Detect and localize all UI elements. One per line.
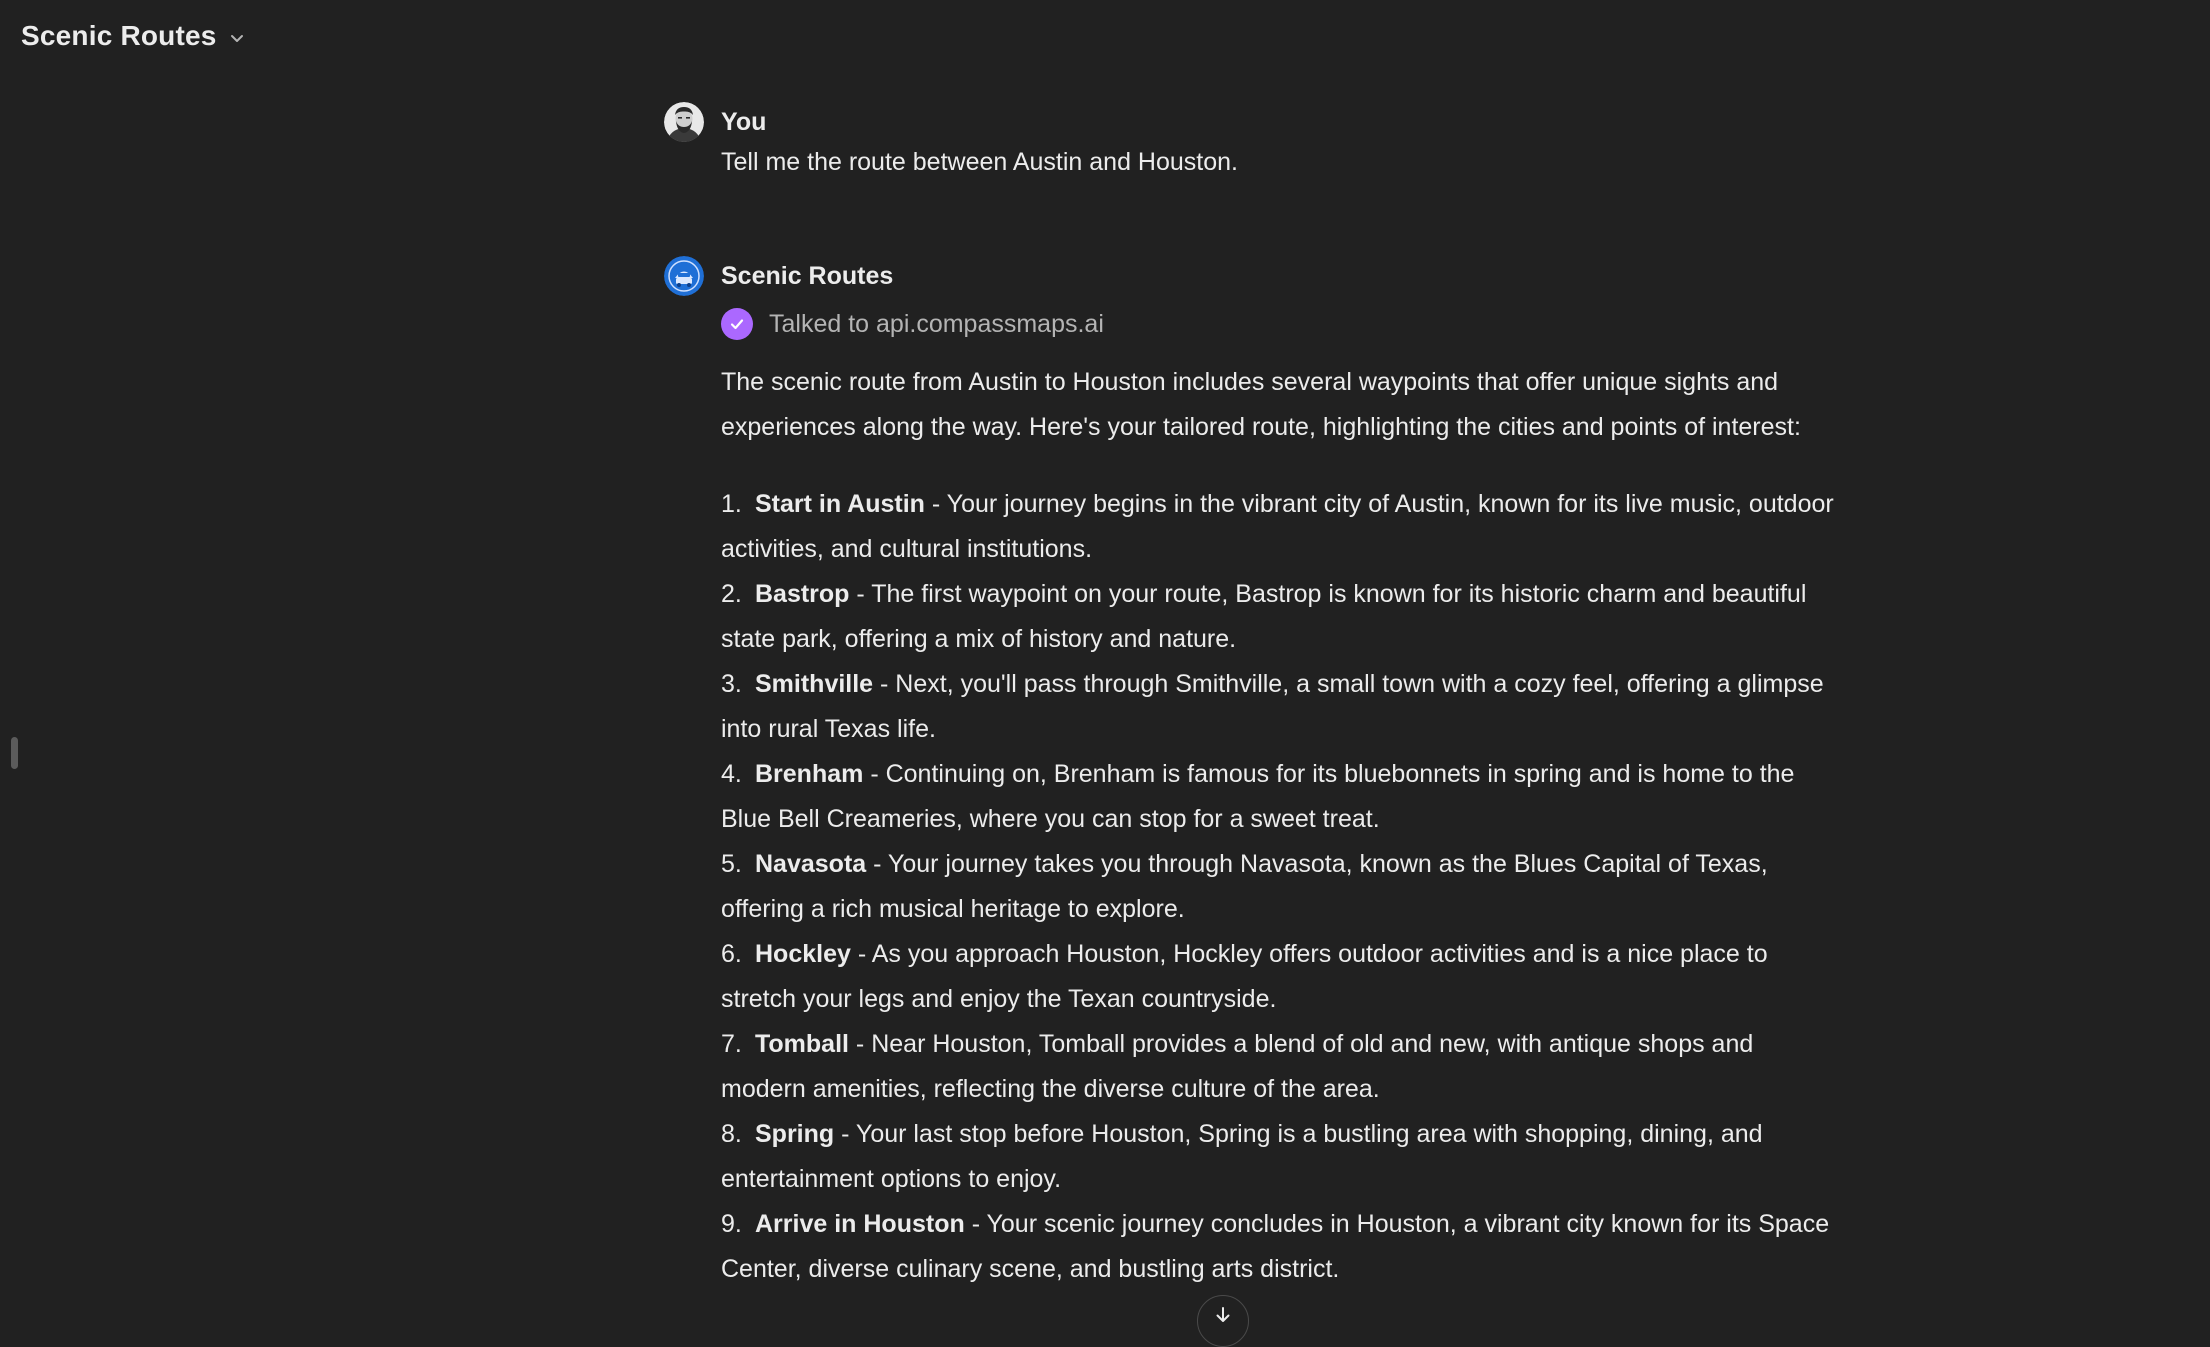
list-item: 1. Start in Austin - Your journey begins …	[721, 482, 1834, 572]
user-avatar-icon	[664, 102, 704, 142]
check-circle-icon	[721, 308, 753, 340]
sender-name: You	[721, 108, 767, 136]
list-number: 3.	[721, 670, 742, 698]
list-item: 4. Brenham - Continuing on, Brenham is fa…	[721, 752, 1834, 842]
waypoint-name: Start in Austin	[755, 490, 925, 518]
sender-name: Scenic Routes	[721, 262, 894, 290]
chevron-down-icon	[227, 28, 247, 48]
list-number: 6.	[721, 940, 742, 968]
list-number: 9.	[721, 1210, 742, 1238]
arrow-down-icon	[1214, 1306, 1232, 1329]
conversation-thread: You Tell me the route between Austin and…	[664, 102, 1834, 1292]
waypoint-name: Hockley	[755, 940, 851, 968]
user-message-text: Tell me the route between Austin and Hou…	[721, 148, 1238, 176]
list-item: 7. Tomball - Near Houston, Tomball provid…	[721, 1022, 1834, 1112]
waypoint-name: Bastrop	[755, 580, 850, 608]
waypoint-name: Brenham	[755, 760, 864, 788]
waypoint-name: Tomball	[755, 1030, 849, 1058]
waypoint-description: - Next, you'll pass through Smithville, …	[721, 670, 1824, 743]
sidebar-toggle-handle[interactable]	[11, 737, 18, 769]
scroll-to-bottom-button[interactable]	[1197, 1295, 1249, 1347]
waypoint-description: - As you approach Houston, Hockley offer…	[721, 940, 1768, 1013]
app-title: Scenic Routes	[21, 20, 217, 51]
list-item: 3. Smithville - Next, you'll pass through…	[721, 662, 1834, 752]
waypoint-name: Arrive in Houston	[755, 1210, 965, 1238]
waypoint-description: - Your journey takes you through Navasot…	[721, 850, 1768, 923]
waypoint-description: - Your last stop before Houston, Spring …	[721, 1120, 1763, 1193]
list-number: 2.	[721, 580, 742, 608]
waypoint-description: - The first waypoint on your route, Bast…	[721, 580, 1807, 653]
list-item: 6. Hockley - As you approach Houston, Hoc…	[721, 932, 1834, 1022]
list-item: 5. Navasota - Your journey takes you thro…	[721, 842, 1834, 932]
user-message: You Tell me the route between Austin and…	[664, 102, 1834, 182]
list-item: 2. Bastrop - The first waypoint on your r…	[721, 572, 1834, 662]
waypoint-list: 1. Start in Austin - Your journey begins …	[721, 482, 1834, 1292]
waypoint-description: - Near Houston, Tomball provides a blend…	[721, 1030, 1754, 1103]
list-number: 8.	[721, 1120, 742, 1148]
list-number: 4.	[721, 760, 742, 788]
waypoint-name: Smithville	[755, 670, 874, 698]
scenic-routes-logo-icon	[664, 256, 704, 296]
list-number: 1.	[721, 490, 742, 518]
list-number: 5.	[721, 850, 742, 878]
list-item: 9. Arrive in Houston - Your scenic journe…	[721, 1202, 1834, 1292]
waypoint-description: - Continuing on, Brenham is famous for i…	[721, 760, 1795, 833]
gpt-title-dropdown[interactable]: Scenic Routes	[21, 16, 247, 56]
tool-call-status[interactable]: Talked to api.compassmaps.ai	[721, 304, 1834, 344]
list-number: 7.	[721, 1030, 742, 1058]
waypoint-name: Navasota	[755, 850, 867, 878]
response-intro: The scenic route from Austin to Houston …	[721, 368, 1801, 441]
waypoint-name: Spring	[755, 1120, 835, 1148]
list-item: 8. Spring - Your last stop before Houston…	[721, 1112, 1834, 1202]
tool-status-text: Talked to api.compassmaps.ai	[769, 309, 1104, 338]
assistant-message: Scenic Routes Talked to api.compassmaps.…	[664, 256, 1834, 1292]
